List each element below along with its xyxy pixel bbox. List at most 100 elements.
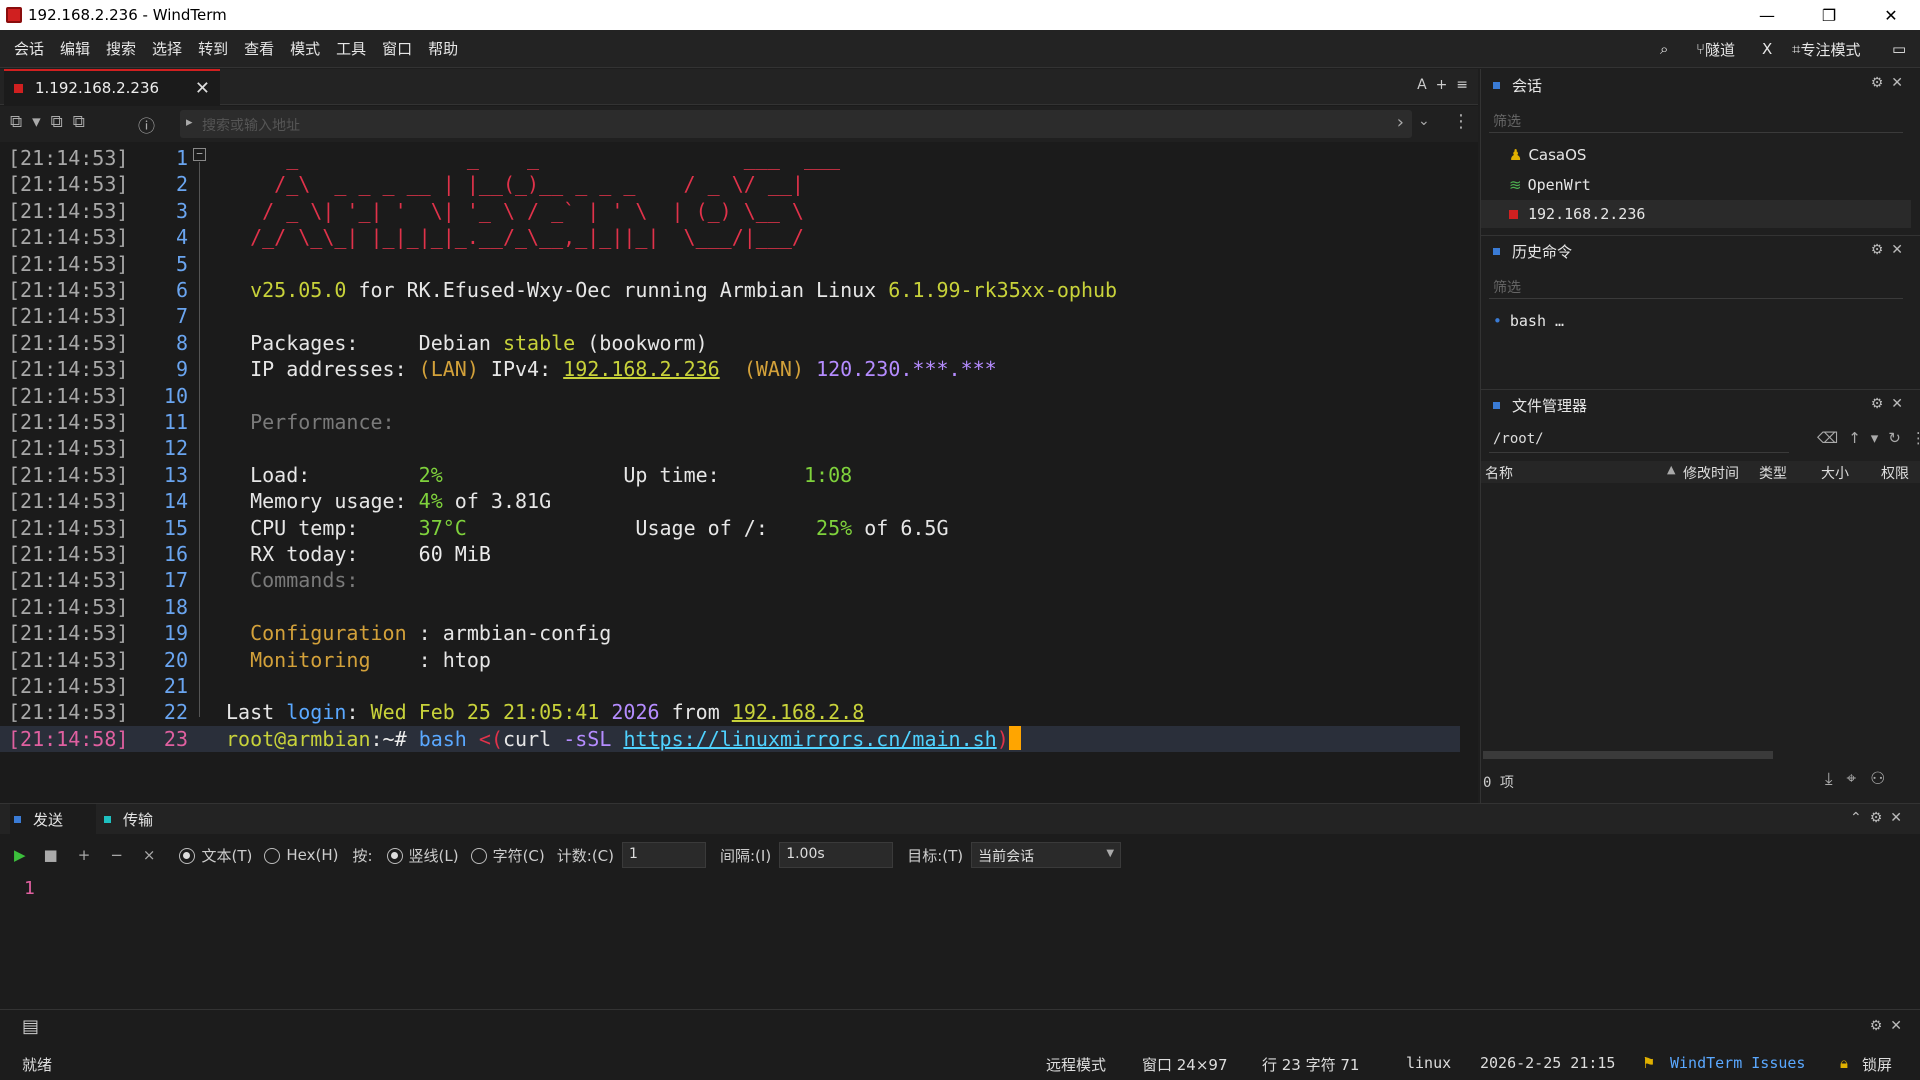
send-panel: 发送 传输 ⌃⚙✕ ▶ ■ + − × 文本(T) Hex(H) 按: 竖线(L… — [0, 803, 1920, 1009]
restore-button[interactable]: ❐ — [1800, 0, 1858, 30]
terminal-line: [21:14:53] 11 Performance: — [0, 409, 1460, 435]
menu-select[interactable]: 选择 — [152, 38, 182, 59]
clear-icon[interactable]: × — [143, 846, 156, 864]
terminal-line: [21:14:53] 6 v25.05.0 for RK.Efused-Wxy-O… — [0, 277, 1460, 303]
close-button[interactable]: ✕ — [1862, 0, 1920, 30]
address-input[interactable]: ▸ 搜索或输入地址 › — [180, 110, 1412, 138]
radio-text[interactable]: 文本(T) — [179, 845, 252, 866]
history-item[interactable]: • bash … — [1493, 307, 1564, 335]
x-button[interactable]: X — [1762, 30, 1772, 68]
status-position[interactable]: 行 23 字符 71 — [1262, 1054, 1359, 1075]
history-panel-header: 历史命令 ⚙✕ — [1481, 235, 1920, 267]
focus-icon: ⌗ — [1792, 40, 1801, 58]
session-item-current[interactable]: 192.168.2.236 — [1481, 200, 1911, 228]
panel-controls-icon[interactable]: ⚙✕ — [1871, 75, 1911, 91]
terminal-line: [21:14:53] 18 — [0, 594, 1460, 620]
status-bar: ▤ ⚙✕ 就绪 远程模式 窗口 24×97 行 23 字符 71 linux 2… — [0, 1009, 1920, 1080]
interval-stepper[interactable]: 1.00s — [779, 842, 894, 868]
column-permission[interactable]: 权限 — [1881, 463, 1909, 483]
tab-session[interactable]: 1.192.168.2.236 ✕ — [4, 69, 220, 105]
menu-edit[interactable]: 编辑 — [60, 38, 90, 59]
line-number: 20 — [163, 647, 188, 672]
chevron-down-icon[interactable]: ⌄ — [1418, 113, 1430, 129]
file-toolbar-icons[interactable]: ⌫↑▾↻⋮ — [1817, 429, 1920, 447]
line-content: Configuration : armbian-config — [250, 621, 612, 646]
column-name[interactable]: 名称 — [1485, 463, 1513, 483]
terminal-line: [21:14:53] 3 / _ \| '_| ' \| '_ \ / _` | … — [0, 198, 1460, 224]
lock-button[interactable]: 锁屏 — [1862, 1054, 1892, 1075]
minimize-button[interactable]: — — [1738, 0, 1796, 30]
menu-session[interactable]: 会话 — [14, 38, 44, 59]
line-timestamp: [21:14:53] — [8, 172, 129, 197]
radio-vline[interactable]: 竖线(L) — [386, 845, 459, 866]
target-select[interactable]: 当前会话 ▼ — [971, 842, 1122, 868]
terminal-output[interactable]: [21:14:53] 1 _ _ _ ___ ___ [21:14:53] 2 /_… — [0, 143, 1478, 801]
line-timestamp: [21:14:53] — [8, 621, 129, 646]
more-icon[interactable]: ⋮ — [1452, 111, 1470, 132]
sessions-filter-input[interactable]: 筛选 — [1489, 105, 1903, 133]
horizontal-scrollbar[interactable] — [1483, 751, 1773, 759]
status-os[interactable]: linux — [1406, 1054, 1451, 1072]
terminal-line: [21:14:53] 14 Memory usage: 4% of 3.81G — [0, 488, 1460, 514]
session-item-casaos[interactable]: ♟ CasaOS — [1509, 141, 1586, 169]
layout-icon[interactable]: ▭ — [1892, 30, 1906, 68]
menu-view[interactable]: 查看 — [244, 38, 274, 59]
terminal-line: [21:14:53] 1 _ _ _ ___ ___ — [0, 145, 1460, 171]
menu-goto[interactable]: 转到 — [198, 38, 228, 59]
info-icon[interactable]: ⓘ — [138, 112, 155, 137]
status-ready: 就绪 — [22, 1056, 53, 1074]
column-size[interactable]: 大小 — [1821, 463, 1849, 483]
file-footer-icons[interactable]: ⤓⌖⚇ — [1825, 769, 1899, 789]
radio-on-icon — [179, 848, 196, 864]
line-timestamp: [21:14:53] — [8, 383, 129, 408]
panel-controls-icon[interactable]: ⌃⚙✕ — [1850, 810, 1910, 826]
issues-link[interactable]: WindTerm Issues — [1670, 1054, 1805, 1072]
menu-mode[interactable]: 模式 — [290, 38, 320, 59]
terminal-line: [21:14:53] 19 Configuration : armbian-con… — [0, 620, 1460, 646]
menu-search[interactable]: 搜索 — [106, 38, 136, 59]
column-type[interactable]: 类型 — [1759, 463, 1787, 483]
clipboard-icon[interactable]: ▤ — [22, 1016, 39, 1037]
status-window[interactable]: 窗口 24×97 — [1142, 1054, 1228, 1075]
panel-controls-icon[interactable]: ⚙✕ — [1871, 242, 1911, 258]
file-path-input[interactable]: /root/ — [1489, 425, 1789, 453]
add-icon[interactable]: + — [78, 846, 91, 864]
file-count: 0 项 — [1483, 775, 1514, 791]
menu-window[interactable]: 窗口 — [382, 38, 412, 59]
status-mode[interactable]: 远程模式 — [1046, 1054, 1106, 1075]
line-number: 11 — [163, 410, 188, 434]
tab-send[interactable]: 发送 — [10, 804, 96, 834]
menu-help[interactable]: 帮助 — [428, 38, 458, 59]
by-label: 按: — [352, 846, 373, 865]
line-number: 16 — [163, 542, 188, 566]
column-modified[interactable]: 修改时间 — [1683, 463, 1739, 483]
terminal-line: [21:14:53] 2 /_\ _ _ _ __ | |__(_)__ _ _ … — [0, 171, 1460, 197]
menu-tools[interactable]: 工具 — [336, 38, 366, 59]
line-timestamp: [21:14:58] — [8, 726, 129, 751]
go-arrow-icon[interactable]: › — [1397, 112, 1404, 133]
count-stepper[interactable]: 1 — [622, 842, 706, 868]
panel-controls-icon[interactable]: ⚙✕ — [1870, 1018, 1910, 1034]
session-item-openwrt[interactable]: ≋ OpenWrt — [1509, 171, 1591, 199]
search-icon[interactable]: ⌕ — [1660, 30, 1668, 68]
issues-icon: ⚑ — [1642, 1054, 1656, 1072]
history-filter-input[interactable]: 筛选 — [1489, 271, 1903, 299]
address-toolbar-icons[interactable]: ⧉▾⧉⧉ — [10, 112, 95, 132]
radio-char[interactable]: 字符(C) — [470, 845, 545, 866]
line-content: IP addresses: (LAN) IPv4: 192.168.2.236 … — [226, 357, 997, 382]
panel-controls-icon[interactable]: ⚙✕ — [1871, 396, 1911, 412]
line-number: 13 — [163, 462, 188, 487]
tunnel-button[interactable]: ⑂ 隧道 — [1696, 30, 1735, 68]
line-timestamp: [21:14:53] — [8, 251, 129, 276]
play-icon[interactable]: ▶ — [14, 846, 26, 864]
count-label: 计数:(C) — [556, 846, 614, 865]
fold-toggle-icon[interactable]: − — [193, 148, 206, 161]
radio-hex[interactable]: Hex(H) — [264, 846, 338, 864]
stop-icon[interactable]: ■ — [44, 846, 58, 864]
focus-mode-button[interactable]: ⌗ 专注模式 — [1792, 30, 1860, 68]
tab-transfer[interactable]: 传输 — [100, 804, 153, 834]
tab-bar-controls[interactable]: A + ≡ — [1417, 77, 1468, 93]
panel-dot-icon — [1493, 402, 1500, 409]
minus-icon[interactable]: − — [110, 846, 123, 864]
tab-close-icon[interactable]: ✕ — [195, 78, 210, 99]
